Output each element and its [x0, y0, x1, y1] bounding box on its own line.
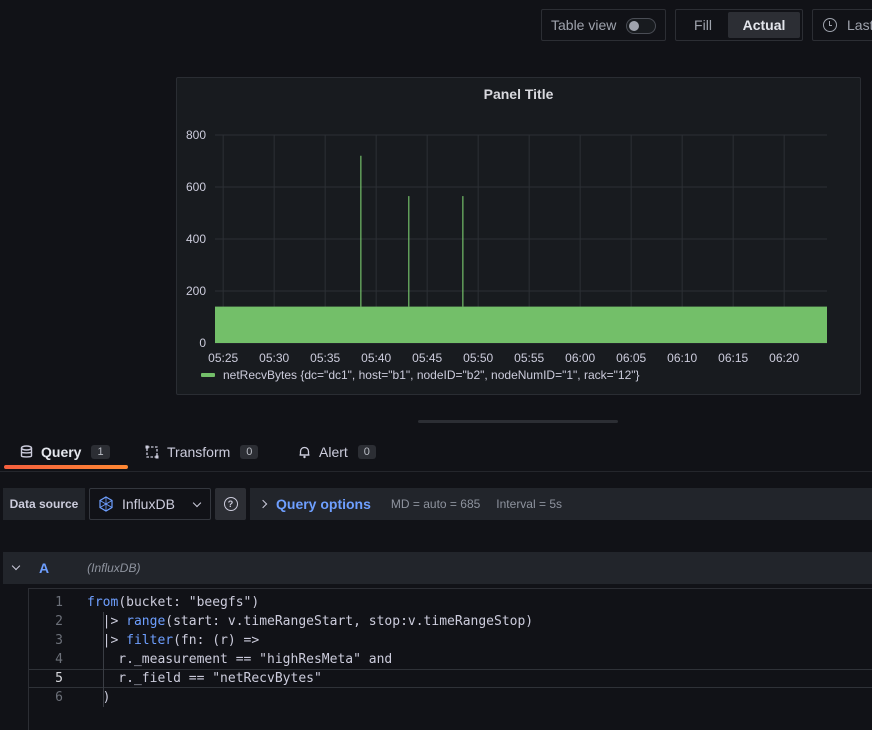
x-tick-label: 05:40: [361, 351, 391, 365]
code-text: |> filter(fn: (r) =>: [87, 633, 260, 648]
x-tick-label: 05:30: [259, 351, 289, 365]
code-token: (start: v.timeRangeStart, stop:v.timeRan…: [165, 614, 534, 629]
indent-guide: [103, 650, 104, 688]
legend: netRecvBytes {dc="dc1", host="b1", nodeI…: [201, 368, 640, 382]
question-icon: ?: [223, 497, 238, 511]
code-text: ): [87, 690, 111, 705]
x-tick-label: 05:50: [463, 351, 493, 365]
fill-button[interactable]: Fill: [678, 12, 728, 38]
time-range-label: Last: [847, 17, 872, 33]
code-keyword: range: [126, 614, 166, 629]
time-range-picker[interactable]: Last: [812, 9, 872, 41]
legend-swatch: [201, 373, 215, 377]
x-tick-label: 05:25: [208, 351, 238, 365]
actual-button[interactable]: Actual: [728, 12, 800, 38]
query-options-interval: Interval = 5s: [496, 497, 562, 511]
code-line[interactable]: 6 ): [29, 688, 872, 707]
table-view-label: Table view: [551, 17, 617, 33]
line-number: 1: [55, 595, 63, 610]
code-text: r._field == "netRecvBytes": [87, 671, 322, 686]
legend-series-label[interactable]: netRecvBytes {dc="dc1", host="b1", nodeI…: [223, 368, 640, 382]
code-keyword: from: [87, 595, 119, 610]
tab-alert-count: 0: [357, 445, 376, 459]
y-tick-label: 400: [186, 232, 206, 246]
code-token: |>: [87, 633, 127, 648]
code-token: ): [87, 690, 111, 705]
y-tick-label: 200: [186, 284, 206, 298]
tab-alert-label: Alert: [319, 444, 348, 460]
code-line[interactable]: 1 from(bucket: "beegfs"): [29, 593, 872, 612]
pane-resizer[interactable]: [418, 420, 618, 423]
chevron-down-icon: [192, 498, 202, 508]
y-tick-label: 800: [186, 128, 206, 142]
line-number: 2: [55, 614, 63, 629]
x-tick-label: 06:10: [667, 351, 697, 365]
x-tick-label: 05:55: [514, 351, 544, 365]
datasource-label: Data source: [3, 488, 85, 520]
tab-transform[interactable]: Transform 0: [145, 432, 259, 472]
editor-tabs: Query 1 Transform 0 Alert 0: [0, 432, 872, 472]
code-token: (bucket: "beegfs"): [118, 595, 260, 610]
x-tick-label: 06:00: [565, 351, 595, 365]
fill-actual-toggle: Fill Actual: [675, 9, 803, 41]
code-token: (fn: (r) =>: [173, 633, 260, 648]
tab-alert[interactable]: Alert 0: [298, 432, 376, 472]
y-tick-label: 600: [186, 180, 206, 194]
table-view-switch[interactable]: [626, 18, 656, 34]
x-tick-label: 06:05: [616, 351, 646, 365]
query-datasource-name: (InfluxDB): [87, 561, 141, 575]
line-number: 3: [55, 633, 63, 648]
code-token: r._measurement == "highResMeta" and: [87, 652, 393, 667]
datasource-picker[interactable]: InfluxDB: [89, 488, 211, 520]
query-ref-id[interactable]: A: [39, 560, 49, 576]
code-editor[interactable]: 1 from(bucket: "beegfs") 2 |> range(start:…: [28, 588, 872, 730]
tab-query-count: 1: [91, 445, 110, 459]
influxdb-icon: [99, 496, 113, 512]
x-tick-label: 06:15: [718, 351, 748, 365]
x-tick-label: 06:20: [769, 351, 799, 365]
code-token: r._field == "netRecvBytes": [87, 671, 322, 686]
chevron-right-icon: [258, 499, 268, 509]
code-line[interactable]: 2 |> range(start: v.timeRangeStart, stop…: [29, 612, 872, 631]
code-text: from(bucket: "beegfs"): [87, 595, 259, 610]
line-number: 5: [55, 671, 63, 686]
code-line[interactable]: 5 r._field == "netRecvBytes": [29, 669, 872, 688]
transform-icon: [145, 445, 159, 459]
code-text: |> range(start: v.timeRangeStart, stop:v…: [87, 614, 534, 629]
clock-icon: [823, 18, 837, 32]
tab-transform-label: Transform: [167, 444, 231, 460]
code-token: |>: [87, 614, 127, 629]
tab-transform-count: 0: [240, 445, 259, 459]
datasource-row: Data source InfluxDB ? Query options MD …: [3, 488, 872, 520]
collapse-chevron-icon[interactable]: [11, 561, 21, 571]
code-text: r._measurement == "highResMeta" and: [87, 652, 392, 667]
series-baseline-area: [215, 306, 827, 343]
line-number: 6: [55, 690, 63, 705]
code-line[interactable]: 4 r._measurement == "highResMeta" and: [29, 650, 872, 669]
query-options-toggle[interactable]: Query options MD = auto = 685 Interval =…: [250, 488, 872, 520]
query-options-md: MD = auto = 685: [390, 497, 481, 511]
active-tab-indicator: [4, 465, 128, 469]
table-view-toggle[interactable]: Table view: [541, 9, 666, 41]
bell-icon: [299, 446, 310, 459]
code-line[interactable]: 3 |> filter(fn: (r) =>: [29, 631, 872, 650]
y-tick-label: 0: [199, 336, 206, 350]
chart-area: 0 200 400 600 800 05:25 05:30 05:35 05:40 05:45 05…: [186, 128, 827, 365]
x-tick-label: 05:45: [412, 351, 442, 365]
code-keyword: filter: [126, 633, 174, 648]
tab-query-label: Query: [41, 444, 82, 460]
graph-panel: Panel Title 0 200 400 600 800 05:25 05:30 05:35…: [176, 77, 861, 395]
line-number: 4: [55, 652, 63, 667]
x-tick-label: 05:35: [310, 351, 340, 365]
query-options-title: Query options: [276, 496, 371, 512]
datasource-selected: InfluxDB: [122, 496, 175, 512]
query-row-header[interactable]: A (InfluxDB): [3, 552, 872, 584]
datasource-help-button[interactable]: ?: [215, 488, 246, 520]
database-icon: [20, 445, 33, 458]
